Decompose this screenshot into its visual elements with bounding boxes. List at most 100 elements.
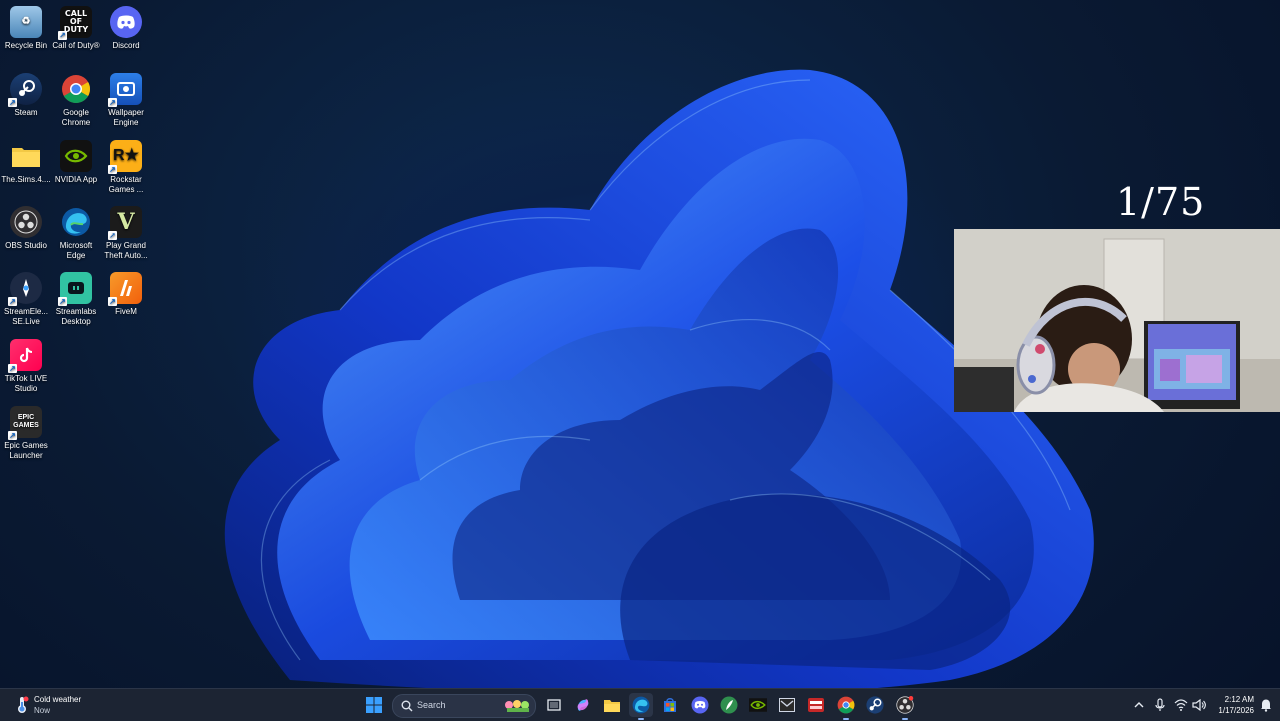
desktop-icon-streamelements[interactable]: ↗ StreamEle... SE.Live — [0, 272, 52, 327]
icon-label: Discord — [112, 41, 140, 50]
weather-title: Cold weather — [34, 695, 82, 704]
edge-taskbar-button[interactable] — [629, 693, 653, 720]
discord-taskbar-button[interactable] — [688, 693, 712, 717]
icon-label: Wallpaper Engine — [108, 108, 144, 127]
icon-label: Microsoft Edge — [59, 241, 93, 260]
icon-label: Call of Duty® — [52, 41, 100, 50]
shortcut-arrow-icon: ↗ — [8, 98, 17, 107]
icon-label: Steam — [14, 108, 38, 117]
mail-taskbar-button[interactable] — [775, 693, 799, 717]
desktop-icon-obs[interactable]: OBS Studio — [0, 206, 52, 251]
folder-icon — [10, 140, 42, 172]
nvidia-taskbar-button[interactable] — [746, 693, 770, 717]
desktop-icon-recycle-bin[interactable]: ♻ Recycle Bin — [0, 6, 52, 51]
icon-label: StreamEle... SE.Live — [3, 307, 48, 326]
tiktok-icon: ↗ — [8, 339, 42, 373]
desktop-icon-steam[interactable]: ↗ Steam — [0, 73, 52, 118]
icon-label: OBS Studio — [5, 241, 47, 250]
shortcut-arrow-icon: ↗ — [58, 297, 67, 306]
icon-label: Rockstar Games ... — [108, 175, 144, 194]
desktop-icon-rockstar[interactable]: R★ ↗ Rockstar Games ... — [100, 140, 152, 195]
stream-counter-overlay: 1/75 — [1116, 180, 1206, 224]
streamelements-icon: ↗ — [8, 272, 42, 306]
icon-label: The.Sims.4.... — [1, 175, 51, 184]
search-icon — [401, 700, 413, 712]
search-highlight-icon — [505, 700, 529, 712]
desktop-icon-wallpaper-engine[interactable]: ↗ Wallpaper Engine — [100, 73, 152, 128]
epic-logo-text: EPIC GAMES — [13, 414, 39, 429]
obs-icon — [896, 696, 914, 714]
steam-taskbar-button[interactable] — [863, 693, 887, 717]
taskbar-search[interactable]: Search — [392, 694, 536, 718]
robinhood-taskbar-button[interactable] — [717, 693, 741, 717]
shortcut-arrow-icon: ↗ — [8, 431, 17, 440]
feather-app-icon — [720, 696, 738, 714]
desktop-icon-google-chrome[interactable]: Google Chrome — [50, 73, 102, 128]
desktop-icon-nvidia-app[interactable]: NVIDIA App — [50, 140, 102, 185]
weather-icon — [14, 696, 30, 713]
folder-icon — [604, 699, 620, 712]
mail-icon — [779, 698, 795, 712]
clock[interactable]: 2:12 AM 1/17/2026 — [1204, 694, 1254, 716]
chrome-icon — [837, 696, 855, 714]
desktop-icon-tiktok-live[interactable]: ↗ TikTok LIVE Studio — [0, 339, 52, 394]
microphone-button[interactable] — [1148, 693, 1172, 717]
icon-label: NVIDIA App — [54, 175, 98, 184]
nvidia-icon — [749, 698, 767, 712]
steam-icon: ↗ — [8, 73, 42, 107]
icon-label: Streamlabs Desktop — [55, 307, 97, 326]
video-app-icon — [808, 698, 824, 712]
wifi-icon — [1174, 699, 1188, 711]
streamlabs-icon: ↗ — [58, 272, 92, 306]
desktop[interactable]: ♻ Recycle Bin ↗ Steam The.Sims.4.... OBS… — [0, 0, 1280, 688]
rockstar-icon: R★ ↗ — [108, 140, 142, 174]
taskbar: Cold weather Now Search 2:12 AM 1/17/202… — [0, 688, 1280, 721]
bell-icon — [1261, 699, 1271, 712]
epic-games-icon: EPIC GAMES ↗ — [8, 406, 42, 440]
edge-icon — [632, 696, 650, 714]
call-of-duty-icon: CALL OF DUTY ↗ — [58, 6, 92, 40]
task-view-button[interactable] — [542, 693, 566, 717]
icon-label: Google Chrome — [61, 108, 91, 127]
gta-icon: V ↗ — [108, 206, 142, 240]
microphone-icon — [1155, 698, 1165, 711]
wallpaper-engine-icon: ↗ — [108, 73, 142, 107]
discord-icon — [691, 696, 709, 714]
shortcut-arrow-icon: ↗ — [8, 297, 17, 306]
obs-taskbar-button[interactable] — [893, 693, 917, 720]
desktop-icon-fivem[interactable]: ↗ FiveM — [100, 272, 152, 317]
notifications-button[interactable] — [1254, 693, 1278, 717]
icon-label: TikTok LIVE Studio — [4, 374, 48, 393]
video-app-taskbar-button[interactable] — [804, 693, 828, 717]
start-button[interactable] — [362, 693, 386, 717]
store-icon — [664, 698, 676, 712]
windows-logo-icon — [366, 697, 382, 713]
shortcut-arrow-icon: ↗ — [108, 297, 117, 306]
steam-icon — [866, 696, 884, 714]
chrome-taskbar-button[interactable] — [834, 693, 858, 720]
shortcut-arrow-icon: ↗ — [58, 31, 67, 40]
desktop-icon-call-of-duty[interactable]: CALL OF DUTY ↗ Call of Duty® — [50, 6, 102, 51]
nvidia-icon — [60, 140, 92, 172]
file-explorer-button[interactable] — [600, 693, 624, 717]
copilot-button[interactable] — [571, 693, 595, 717]
discord-icon — [110, 6, 142, 38]
task-view-icon — [547, 699, 561, 711]
desktop-icon-streamlabs[interactable]: ↗ Streamlabs Desktop — [50, 272, 102, 327]
weather-widget[interactable]: Cold weather Now — [12, 693, 112, 717]
shortcut-arrow-icon: ↗ — [108, 165, 117, 174]
desktop-icon-gta[interactable]: V ↗ Play Grand Theft Auto... — [100, 206, 152, 261]
clock-time: 2:12 AM — [1224, 695, 1254, 704]
webcam-overlay — [954, 229, 1280, 412]
desktop-icon-sims-folder[interactable]: The.Sims.4.... — [0, 140, 52, 185]
icon-label: Play Grand Theft Auto... — [104, 241, 148, 260]
chrome-icon — [60, 73, 92, 105]
clock-date: 1/17/2026 — [1218, 706, 1254, 715]
icon-label: Epic Games Launcher — [4, 441, 48, 460]
search-placeholder: Search — [417, 700, 446, 710]
icon-label: Recycle Bin — [4, 41, 48, 50]
desktop-icon-discord[interactable]: Discord — [100, 6, 152, 51]
store-button[interactable] — [658, 693, 682, 717]
desktop-icon-microsoft-edge[interactable]: Microsoft Edge — [50, 206, 102, 261]
desktop-icon-epic-games[interactable]: EPIC GAMES ↗ Epic Games Launcher — [0, 406, 52, 461]
